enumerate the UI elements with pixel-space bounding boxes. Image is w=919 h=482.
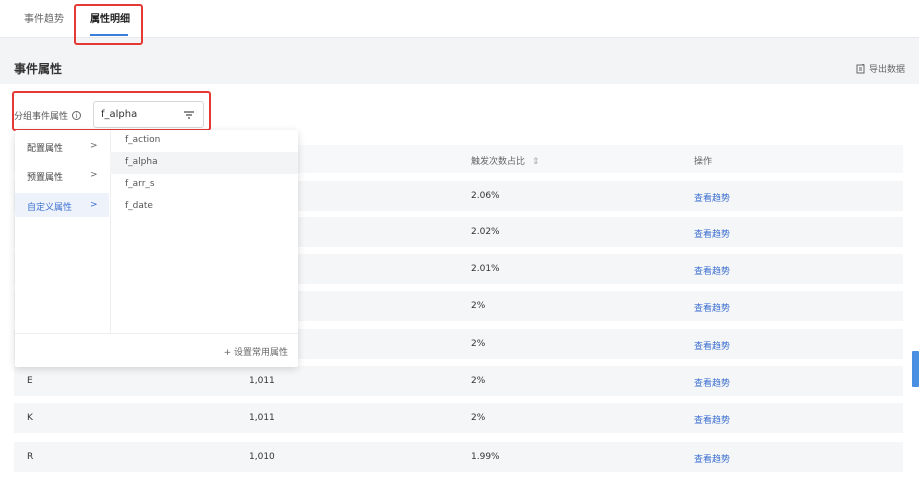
- option-label: f_action: [125, 135, 161, 145]
- option-label: f_arr_s: [125, 179, 155, 189]
- ratio-cell: 2.06%: [471, 191, 500, 201]
- option-f-alpha[interactable]: f_alpha: [110, 152, 298, 174]
- chevron-right-icon: >: [90, 170, 98, 180]
- count-cell: 1,011: [249, 376, 275, 386]
- ratio-cell: 2%: [471, 339, 486, 349]
- column-header-action: 操作: [694, 157, 713, 167]
- ratio-cell: 2%: [471, 413, 486, 423]
- category-preset-attributes[interactable]: 预置属性 >: [15, 163, 109, 187]
- chevron-right-icon: >: [90, 141, 98, 151]
- category-custom-attributes[interactable]: 自定义属性 >: [15, 193, 109, 217]
- option-label: f_date: [125, 201, 153, 211]
- select-value: f_alpha: [101, 109, 138, 120]
- top-tab-bar: [0, 0, 919, 38]
- dropdown-category-list: [15, 130, 111, 333]
- section-title: 事件属性: [14, 62, 63, 76]
- view-trend-link[interactable]: 查看趋势: [694, 227, 730, 240]
- name-cell: R: [27, 452, 34, 462]
- category-label: 预置属性: [27, 173, 64, 183]
- tab-event-trend[interactable]: 事件趋势: [24, 13, 64, 27]
- ratio-cell: 2.02%: [471, 227, 500, 237]
- dropdown-footer: + 设置常用属性: [15, 333, 298, 368]
- view-trend-link[interactable]: 查看趋势: [694, 264, 730, 277]
- table-row: R 1,010 1.99% 查看趋势: [14, 442, 903, 472]
- section-header: [0, 48, 919, 84]
- set-common-attributes-button[interactable]: + 设置常用属性: [224, 345, 288, 358]
- name-cell: K: [27, 413, 33, 423]
- category-label: 配置属性: [27, 144, 64, 154]
- tab-attribute-detail[interactable]: 属性明细: [90, 13, 130, 27]
- category-label: 自定义属性: [27, 203, 73, 213]
- view-trend-link[interactable]: 查看趋势: [694, 339, 730, 352]
- option-label: f_alpha: [125, 157, 158, 167]
- view-trend-link[interactable]: 查看趋势: [694, 301, 730, 314]
- filter-icon: [184, 111, 194, 119]
- info-icon[interactable]: i: [72, 111, 82, 120]
- table-row: K 1,011 2% 查看趋势: [14, 403, 903, 433]
- view-trend-link[interactable]: 查看趋势: [694, 413, 730, 426]
- view-trend-link[interactable]: 查看趋势: [694, 452, 730, 465]
- count-cell: 1,011: [249, 413, 275, 423]
- table-row: E 1,011 2% 查看趋势: [14, 366, 903, 396]
- view-trend-link[interactable]: 查看趋势: [694, 191, 730, 204]
- count-cell: 1,010: [249, 452, 275, 462]
- active-tab-indicator: [90, 34, 128, 36]
- column-header-trigger-ratio[interactable]: 触发次数占比 ⇕: [471, 154, 539, 167]
- group-attribute-label: 分组事件属性 i: [14, 109, 82, 122]
- name-cell: E: [27, 376, 33, 386]
- export-data-button[interactable]: 导出数据: [856, 62, 905, 75]
- ratio-cell: 1.99%: [471, 452, 500, 462]
- group-attribute-select[interactable]: f_alpha: [93, 101, 204, 128]
- group-attribute-text: 分组事件属性: [14, 112, 69, 122]
- option-f-action[interactable]: f_action: [110, 130, 298, 152]
- ratio-cell: 2.01%: [471, 264, 500, 274]
- option-f-arr-s[interactable]: f_arr_s: [110, 174, 298, 196]
- option-f-date[interactable]: f_date: [110, 196, 298, 218]
- trigger-ratio-label: 触发次数占比: [471, 157, 526, 167]
- category-config-attributes[interactable]: 配置属性 >: [15, 134, 109, 158]
- ratio-cell: 2%: [471, 301, 486, 311]
- chevron-right-icon: >: [90, 200, 98, 210]
- sort-icon[interactable]: ⇕: [532, 157, 540, 167]
- view-trend-link[interactable]: 查看趋势: [694, 376, 730, 389]
- ratio-cell: 2%: [471, 376, 486, 386]
- scrollbar-thumb[interactable]: [912, 351, 919, 387]
- attribute-dropdown-panel: 配置属性 > 预置属性 > 自定义属性 > f_action f_alpha f…: [15, 130, 298, 367]
- export-label: 导出数据: [868, 65, 905, 75]
- export-icon: [856, 63, 865, 73]
